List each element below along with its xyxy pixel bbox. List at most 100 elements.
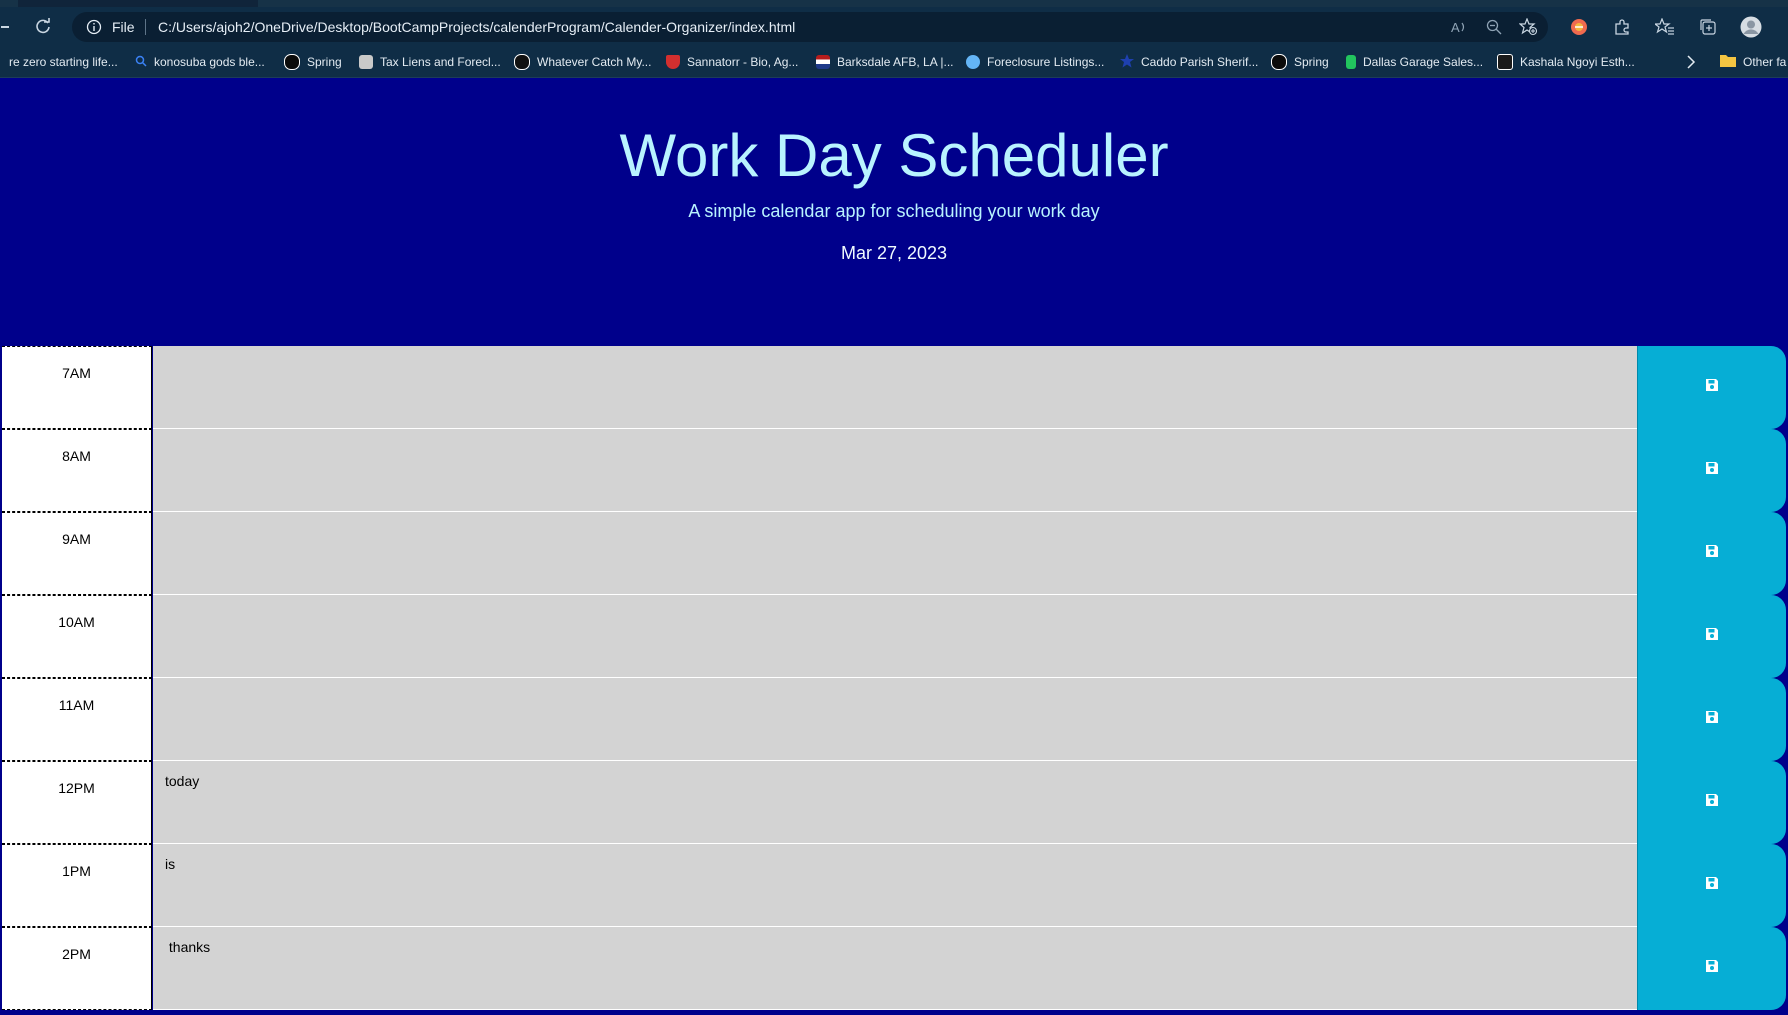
star-favicon-icon — [1120, 53, 1134, 71]
floppy-disk-icon — [1705, 959, 1719, 978]
header-jumbotron: Work Day Scheduler A simple calendar app… — [0, 78, 1788, 346]
extension-colorful-icon[interactable] — [1568, 16, 1590, 38]
read-aloud-icon[interactable]: A — [1450, 17, 1470, 37]
bookmarks-bar: re zero starting life... konosuba gods b… — [0, 47, 1788, 78]
hour-text: 7AM — [62, 365, 91, 381]
save-button[interactable] — [1637, 595, 1786, 678]
zoom-out-icon[interactable] — [1484, 17, 1504, 37]
spring-favicon-icon — [1271, 54, 1287, 70]
bookmark-label: Whatever Catch My... — [537, 55, 652, 69]
time-block-row: 9AM — [2, 512, 1788, 595]
minimize-sliver-icon — [0, 16, 10, 38]
time-block-row: 8AM — [2, 429, 1788, 512]
favorites-icon[interactable] — [1654, 16, 1676, 38]
save-button[interactable] — [1637, 844, 1786, 927]
bookmark-item[interactable]: Dallas Garage Sales... — [1346, 52, 1483, 72]
hour-text: 9AM — [62, 531, 91, 547]
bookmark-label: Caddo Parish Sherif... — [1141, 55, 1259, 69]
bookmark-item[interactable]: re zero starting life... — [9, 52, 118, 72]
bookmark-label: Barksdale AFB, LA |... — [837, 55, 954, 69]
bookmark-label: Dallas Garage Sales... — [1363, 55, 1484, 69]
collections-icon[interactable] — [1697, 16, 1719, 38]
profile-avatar-icon[interactable] — [1740, 16, 1762, 38]
eagle-favicon-icon — [359, 55, 373, 69]
floppy-disk-icon — [1705, 461, 1719, 480]
active-tab[interactable] — [18, 0, 258, 7]
bookmark-label: Sannatorr - Bio, Ag... — [687, 55, 799, 69]
add-favorite-icon[interactable] — [1518, 17, 1538, 37]
address-separator — [145, 19, 146, 35]
page-subtitle: A simple calendar app for scheduling you… — [688, 201, 1100, 221]
event-textarea[interactable] — [153, 429, 1637, 512]
floppy-disk-icon — [1705, 544, 1719, 563]
time-block-row: 10AM — [2, 595, 1788, 678]
bookmark-label: Kashala Ngoyi Esth... — [1520, 55, 1635, 69]
hour-label: 1PM — [2, 844, 152, 927]
hour-text: 1PM — [62, 863, 91, 879]
bookmark-item[interactable]: Caddo Parish Sherif... — [1120, 52, 1258, 72]
bookmark-item[interactable]: Sannatorr - Bio, Ag... — [666, 52, 798, 72]
tab-strip — [0, 0, 1788, 7]
event-textarea[interactable] — [153, 512, 1637, 595]
hour-label: 11AM — [2, 678, 152, 761]
bookmark-item[interactable]: Whatever Catch My... — [514, 52, 651, 72]
bookmark-item[interactable]: Foreclosure Listings... — [966, 52, 1104, 72]
hour-text: 11AM — [58, 697, 95, 713]
time-block-row: 2PM thanks — [2, 927, 1788, 1010]
event-textarea[interactable] — [153, 346, 1637, 429]
schedule-container: 7AM 8AM 9AM 10AM 11AM 12PM today 1PM is … — [2, 346, 1788, 1010]
bookmark-item[interactable]: Spring — [1271, 52, 1329, 72]
globe-favicon-icon — [966, 55, 980, 69]
save-button[interactable] — [1637, 927, 1786, 1010]
svg-text:A: A — [1451, 20, 1460, 35]
bookmark-item[interactable]: konosuba gods ble... — [135, 52, 265, 72]
bookmark-item[interactable]: Tax Liens and Forecl... — [359, 52, 501, 72]
time-block-row: 11AM — [2, 678, 1788, 761]
spring-favicon-icon — [284, 54, 300, 70]
event-textarea[interactable] — [153, 678, 1637, 761]
time-block-row: 12PM today — [2, 761, 1788, 844]
info-icon[interactable] — [86, 19, 102, 35]
time-block-row: 7AM — [2, 346, 1788, 429]
bookmark-label: konosuba gods ble... — [154, 55, 265, 69]
refresh-icon[interactable] — [32, 16, 54, 38]
search-icon — [135, 55, 147, 70]
bookmark-label: Foreclosure Listings... — [987, 55, 1105, 69]
tumblr-favicon-icon — [514, 54, 530, 70]
save-button[interactable] — [1637, 678, 1786, 761]
hour-text: 8AM — [62, 448, 91, 464]
bookmark-item[interactable]: Kashala Ngoyi Esth... — [1497, 52, 1635, 72]
event-textarea[interactable]: thanks — [153, 927, 1637, 1010]
extensions-puzzle-icon[interactable] — [1611, 16, 1633, 38]
bookmark-item[interactable]: Spring — [284, 52, 342, 72]
floppy-disk-icon — [1705, 793, 1719, 812]
save-button[interactable] — [1637, 429, 1786, 512]
flag-favicon-icon — [816, 55, 830, 69]
hour-label: 10AM — [2, 595, 152, 678]
hour-text: 2PM — [62, 946, 91, 962]
save-button[interactable] — [1637, 761, 1786, 844]
hour-label: 9AM — [2, 512, 152, 595]
shield-favicon-icon — [666, 55, 680, 69]
bookmark-label: re zero starting life... — [9, 55, 118, 69]
url-text[interactable]: C:/Users/ajoh2/OneDrive/Desktop/BootCamp… — [158, 19, 795, 35]
floppy-disk-icon — [1705, 710, 1719, 729]
save-button[interactable] — [1637, 346, 1786, 429]
event-textarea[interactable] — [153, 595, 1637, 678]
save-button[interactable] — [1637, 512, 1786, 595]
bookmark-folder-other[interactable]: Other fa — [1720, 52, 1786, 72]
hour-text: 12PM — [58, 780, 95, 796]
hour-label: 7AM — [2, 346, 152, 429]
event-textarea[interactable]: is — [153, 844, 1637, 927]
floppy-disk-icon — [1705, 876, 1719, 895]
bookmark-item[interactable]: Barksdale AFB, LA |... — [816, 52, 954, 72]
hour-label: 12PM — [2, 761, 152, 844]
bookmark-label: Other fa — [1743, 55, 1787, 69]
current-date: Mar 27, 2023 — [840, 243, 948, 263]
bookmarks-overflow-chevron-icon[interactable] — [1686, 52, 1696, 72]
hour-label: 8AM — [2, 429, 152, 512]
flag-green-favicon-icon — [1346, 55, 1356, 69]
browser-toolbar: File C:/Users/ajoh2/OneDrive/Desktop/Boo… — [0, 7, 1788, 47]
event-textarea[interactable]: today — [153, 761, 1637, 844]
address-bar[interactable]: File C:/Users/ajoh2/OneDrive/Desktop/Boo… — [72, 12, 1548, 42]
